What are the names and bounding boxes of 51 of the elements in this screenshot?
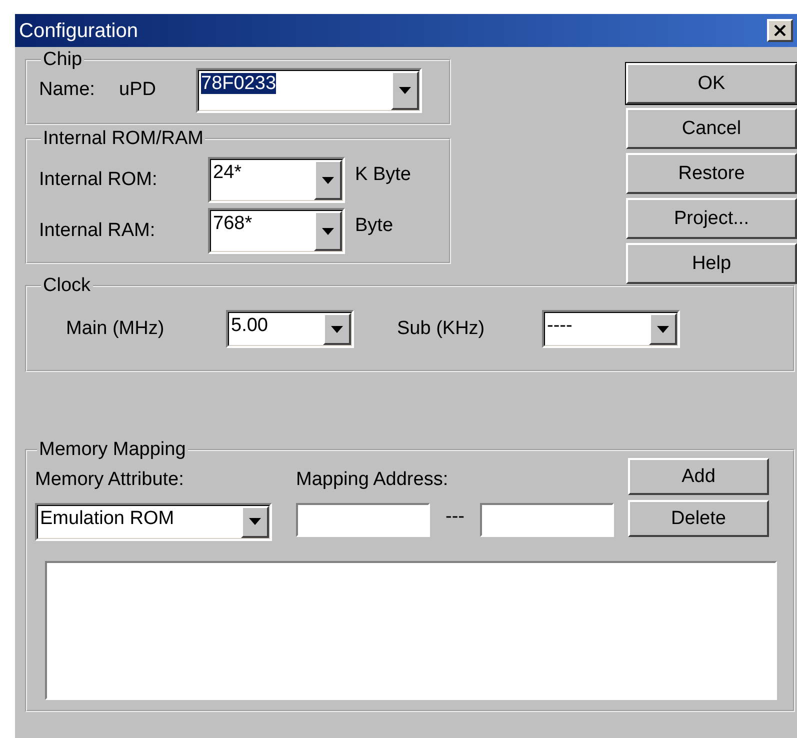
group-title: Chip (42, 50, 84, 70)
caret-icon (399, 87, 411, 94)
field-value: 78F0233 (201, 73, 276, 94)
dropdown-field[interactable]: 768* (208, 208, 345, 254)
dialog-button[interactable]: Project... (626, 198, 797, 239)
dialog-button[interactable]: Cancel (626, 108, 797, 149)
address-field[interactable] (296, 502, 430, 536)
dropdown-button[interactable] (314, 211, 342, 251)
address-field[interactable] (480, 502, 614, 536)
dropdown-button[interactable] (241, 506, 269, 538)
unit-label: Byte (355, 214, 394, 238)
field-value: 768* (213, 213, 252, 234)
field-label: Internal RAM: (39, 218, 156, 243)
field-value: 5.00 (231, 315, 268, 336)
group-title: Clock (42, 276, 92, 296)
range-separator: --- (444, 504, 466, 528)
field-value: 24* (213, 162, 242, 183)
close-icon (774, 25, 786, 36)
dropdown-field[interactable]: 24* (208, 157, 345, 203)
dropdown-button[interactable] (314, 160, 342, 200)
caret-icon (249, 518, 261, 525)
dialog-button[interactable]: Restore (626, 153, 797, 194)
name-label: Name: (39, 78, 96, 102)
dialog-button[interactable]: Delete (628, 500, 769, 537)
field-label: Internal ROM: (39, 168, 158, 192)
dialog-button[interactable]: OK (626, 63, 797, 104)
dropdown-field[interactable]: ---- (542, 310, 680, 348)
dialog-button[interactable]: Help (626, 243, 797, 284)
group-title: Internal ROM/RAM (42, 129, 204, 149)
unit-label: K Byte (355, 163, 411, 187)
group-title: Memory Mapping (38, 440, 187, 460)
field-value: ---- (547, 315, 572, 336)
field-label: Main (MHz) (66, 316, 166, 341)
dropdown-button[interactable] (649, 313, 677, 345)
caret-icon (322, 228, 334, 234)
field-label: Sub (KHz) (397, 316, 486, 341)
close-button[interactable] (767, 19, 793, 42)
window-title: Configuration (19, 18, 139, 44)
dropdown-field[interactable]: 78F0233 (196, 68, 422, 113)
field-label: Mapping Address: (296, 468, 450, 492)
caret-icon (657, 326, 669, 332)
dropdown-field[interactable]: 5.00 (226, 310, 354, 348)
dropdown-field[interactable]: Emulation ROM (35, 502, 272, 540)
dropdown-button[interactable] (323, 313, 351, 345)
caret-icon (322, 176, 334, 184)
caret-icon (331, 326, 343, 332)
field-label: Memory Attribute: (35, 468, 185, 492)
dialog-button[interactable]: Add (628, 458, 769, 495)
chip-prefix: uPD (119, 78, 157, 102)
field-value: Emulation ROM (40, 508, 174, 528)
dropdown-button[interactable] (391, 71, 419, 110)
